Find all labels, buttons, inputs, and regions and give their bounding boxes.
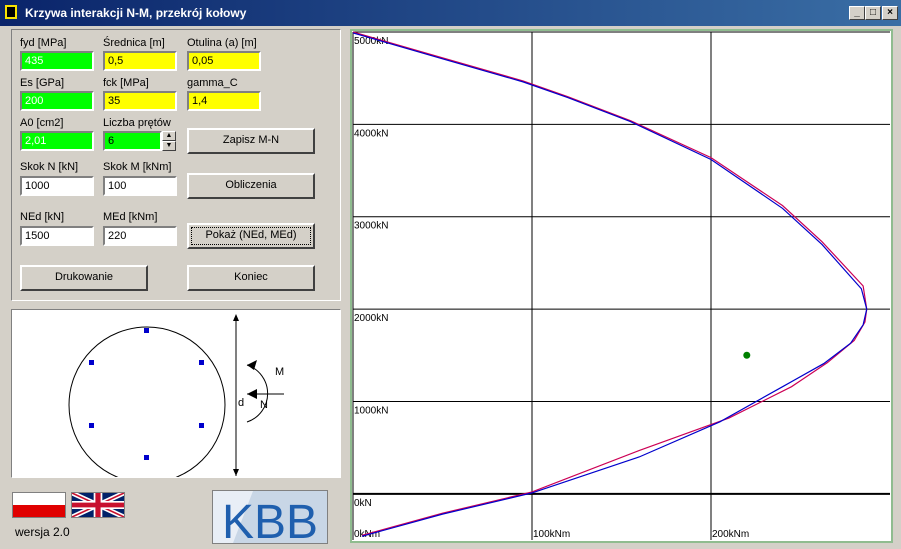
y-tick-label: 3000kN [354, 221, 388, 232]
ned-label: NEd [kN] [20, 211, 65, 223]
gamma-c-field[interactable]: 1,4 [187, 91, 261, 111]
drukowanie-button[interactable]: Drukowanie [20, 265, 148, 291]
liczba-pretow-field[interactable]: 6 [103, 131, 162, 151]
rebar-group [89, 328, 204, 460]
obliczenia-button[interactable]: Obliczenia [187, 173, 315, 199]
version-label: wersja 2.0 [15, 525, 70, 539]
srednica-field[interactable]: 0,5 [103, 51, 177, 71]
normal-force-arrow [247, 389, 257, 399]
x-tick-label: 200kNm [712, 529, 749, 540]
a0-label: A0 [cm2] [20, 117, 64, 129]
d-label: d [238, 397, 244, 409]
nm-interaction-chart: 0kNm 100kNm 200kNm 0kN 1000kN 2000kN 3000kN 400… [347, 26, 897, 546]
design-point [743, 351, 751, 359]
m-label: M [275, 366, 284, 378]
gamma-c-label: gamma_C [187, 77, 238, 89]
minimize-button[interactable]: _ [849, 6, 865, 20]
rebar-4 [144, 455, 149, 460]
plot-area [350, 29, 893, 543]
fck-label: fck [MPa] [103, 77, 149, 89]
d-arrow-top [233, 314, 239, 321]
chart-svg: 0kNm 100kNm 200kNm0kN1000kN2000kN3000kN400… [350, 29, 893, 543]
cross-section-svg: d M N [68, 314, 284, 484]
skok-m-field[interactable]: 100 [103, 176, 177, 196]
fck-field[interactable]: 35 [103, 91, 177, 111]
cross-section-diagram: d M N [11, 309, 341, 484]
moment-arrow [247, 360, 257, 370]
liczba-pretow-label: Liczba prętów [103, 117, 171, 129]
zapisz-mn-button[interactable]: Zapisz M-N [187, 128, 315, 154]
rebar-6 [89, 360, 94, 365]
otulina-field[interactable]: 0,05 [187, 51, 261, 71]
a0-field[interactable]: 2,01 [20, 131, 94, 151]
med-label: MEd [kNm] [103, 211, 158, 223]
polish-flag-icon[interactable] [12, 492, 66, 518]
rebar-2 [199, 360, 204, 365]
skok-n-field[interactable]: 1000 [20, 176, 94, 196]
logo-text: KBB [222, 496, 318, 543]
skok-m-label: Skok M [kNm] [103, 161, 172, 173]
rebar-1 [144, 328, 149, 333]
spin-down-button[interactable]: ▼ [162, 141, 176, 151]
spin-up-button[interactable]: ▲ [162, 131, 176, 141]
maximize-button[interactable]: □ [865, 6, 881, 20]
ned-field[interactable]: 1500 [20, 226, 94, 246]
fyd-field[interactable]: 435 [20, 51, 94, 71]
close-button[interactable]: × [882, 6, 898, 20]
x-tick-label: 100kNm [533, 529, 570, 540]
rebar-5 [89, 423, 94, 428]
otulina-label: Otulina (a) [m] [187, 37, 257, 49]
es-label: Es [GPa] [20, 77, 65, 89]
rebar-3 [199, 423, 204, 428]
window-title: Krzywa interakcji N-M, przekrój kołowy [25, 6, 247, 20]
es-field[interactable]: 200 [20, 91, 94, 111]
d-arrow-bottom [233, 469, 239, 476]
fyd-label: fyd [MPa] [20, 37, 67, 49]
y-tick-label: 0kN [354, 498, 372, 509]
title-bar: Krzywa interakcji N-M, przekrój kołowy _… [0, 0, 901, 26]
kbb-logo: KBB [212, 490, 328, 549]
y-tick-label: 1000kN [354, 405, 388, 416]
srednica-label: Średnica [m] [103, 37, 165, 49]
y-tick-label: 2000kN [354, 313, 388, 324]
n-label: N [260, 399, 268, 411]
koniec-button[interactable]: Koniec [187, 265, 315, 291]
pokaz-button[interactable]: Pokaż (NEd, MEd) [187, 223, 315, 249]
english-flag-icon[interactable] [71, 492, 125, 518]
skok-n-label: Skok N [kN] [20, 161, 79, 173]
section-circle [68, 326, 226, 484]
y-tick-label: 4000kN [354, 128, 388, 139]
app-icon[interactable] [5, 5, 17, 19]
med-field[interactable]: 220 [103, 226, 177, 246]
